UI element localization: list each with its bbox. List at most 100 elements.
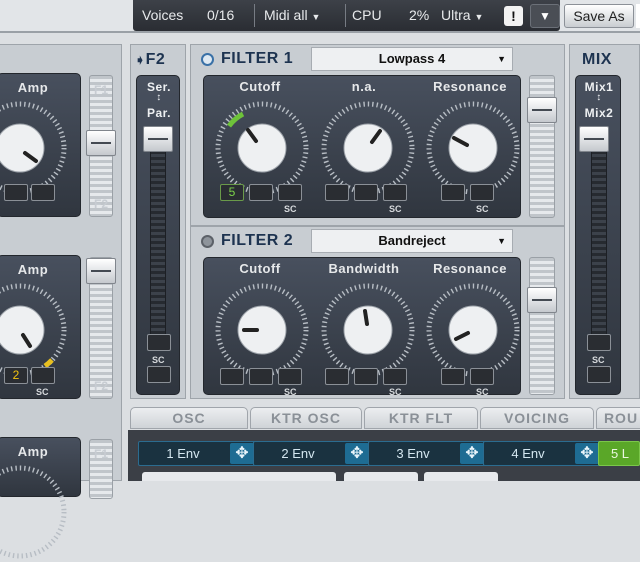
f2-routing-panel: ➧F2 Ser. ↕ Par. SC [130,44,186,399]
env-1-label: 1 Env [166,446,200,461]
mod-slot[interactable] [470,368,494,385]
knob-scale [0,465,67,559]
cutoff-knob[interactable] [212,280,312,380]
drag-move-icon[interactable]: ✥ [460,443,484,464]
cutoff-knob[interactable] [212,98,312,198]
env-2-label: 2 Env [281,446,315,461]
f2-header-label: F2 [145,51,166,68]
tab-ktr-flt[interactable]: KTR FLT [364,407,478,429]
left-filter-panel: Amp F1 F2 Amp 2 SC F2 Amp F1 [0,44,122,559]
serial-parallel-thumb[interactable] [143,126,173,152]
bandwidth-knob[interactable] [318,280,418,380]
drag-move-icon[interactable]: ✥ [575,443,599,464]
chevron-down-icon: ▼ [474,12,484,22]
voices-label: Voices [142,7,184,23]
tab-routing[interactable]: ROU [596,407,640,429]
mix-slider-thumb[interactable] [579,126,609,152]
resonance-knob[interactable] [423,98,523,198]
bottom-control[interactable] [424,472,498,481]
amp-label: Amp [17,80,49,95]
env-4-slot[interactable]: 4 Env ✥ [483,441,601,466]
divider [345,4,346,27]
amp-section: Amp [0,73,81,217]
drag-move-icon[interactable]: ✥ [230,443,254,464]
tab-osc[interactable]: OSC [130,407,248,429]
filter1-enable-toggle[interactable] [201,53,214,66]
mod-slot[interactable] [354,368,378,385]
filter2-controls: Cutoff Bandwidth Resonance SC SC SC [203,257,523,397]
filter2-type-value: Bandreject [378,233,446,248]
mix-slider[interactable] [591,126,607,351]
drag-move-icon[interactable]: ✥ [345,443,369,464]
mod-slot[interactable] [220,368,244,385]
filter2-enable-toggle[interactable] [201,235,214,248]
midi-channel-select[interactable]: Midi all ▼ [264,7,320,23]
quality-select[interactable]: Ultra ▼ [441,7,483,23]
env-1-slot[interactable]: 1 Env ✥ [138,441,256,466]
mod-slot[interactable] [354,184,378,201]
cutoff-label: Cutoff [239,79,281,94]
mod-slot[interactable] [31,367,55,384]
amp-section: Amp [0,437,81,559]
mod-slot[interactable] [4,184,28,201]
mod-slot[interactable] [587,366,611,383]
filter2-level-thumb[interactable] [527,287,557,313]
mod-slot[interactable] [325,368,349,385]
tab-voicing[interactable]: VOICING [480,407,594,429]
mod-slot[interactable] [587,334,611,351]
tab-ktr-osc[interactable]: KTR OSC [250,407,362,429]
env-3-label: 3 Env [396,446,430,461]
mod-slot[interactable] [383,184,407,201]
preset-menu-button[interactable]: ▼ [530,4,560,28]
sidechain-label: SC [36,387,49,397]
mod-slot[interactable] [325,184,349,201]
sidechain-label: SC [389,204,402,214]
mod-slot[interactable] [441,184,465,201]
filter2-title: FILTER 2 [221,232,294,249]
status-bar: Voices 0/16 Midi all ▼ CPU 2% Ultra ▼ [133,0,560,31]
amp-knob[interactable] [0,462,70,562]
balance-slider-thumb[interactable] [86,258,116,284]
mod-slot[interactable] [278,368,302,385]
mod-slot[interactable] [31,184,55,201]
mod-slot[interactable] [441,368,465,385]
cutoff-mod-amount[interactable]: 5 [220,184,244,201]
filter1-panel: FILTER 1 Lowpass 4 ▼ Cutoff n.a. Resonan… [190,44,565,226]
mix2-label: Mix2 [584,106,614,120]
bottom-control[interactable] [142,472,336,481]
amp-knob[interactable] [0,280,70,380]
mod-slot[interactable] [147,366,171,383]
quality-value: Ultra [441,7,471,23]
mix-header: MIX [582,51,612,68]
divider [254,4,255,27]
resonance-knob[interactable] [423,280,523,380]
mod-slot[interactable] [249,368,273,385]
na-knob[interactable] [318,98,418,198]
bottom-control[interactable] [344,472,418,481]
mod-slot[interactable] [470,184,494,201]
midi-channel-value: Midi all [264,7,308,23]
balance-slider-thumb[interactable] [86,130,116,156]
save-as-button[interactable]: Save As [564,4,634,28]
mod-slot[interactable] [278,184,302,201]
serial-parallel-slider[interactable] [150,126,166,351]
sidechain-label: SC [389,387,402,397]
amp-section: Amp 2 SC [0,255,81,399]
env-5-slot[interactable]: 5 L [598,441,640,466]
mix-slider-box: Mix1 ↕ Mix2 SC [575,75,621,395]
mod-slot[interactable] [147,334,171,351]
filter1-type-select[interactable]: Lowpass 4 ▼ [311,47,513,71]
filter2-level-slider[interactable] [529,257,555,395]
amp-knob[interactable] [0,98,70,198]
mod-slot[interactable] [249,184,273,201]
amp-label: Amp [17,262,49,277]
mod-amount[interactable]: 2 [4,367,28,384]
warning-button[interactable]: ! [504,6,523,26]
filter2-type-select[interactable]: Bandreject ▼ [311,229,513,253]
sidechain-label: SC [152,355,165,365]
mod-slot[interactable] [383,368,407,385]
env-3-slot[interactable]: 3 Env ✥ [368,441,486,466]
filter1-level-thumb[interactable] [527,97,557,123]
env-2-slot[interactable]: 2 Env ✥ [253,441,371,466]
env-5-label: 5 L [610,446,630,461]
